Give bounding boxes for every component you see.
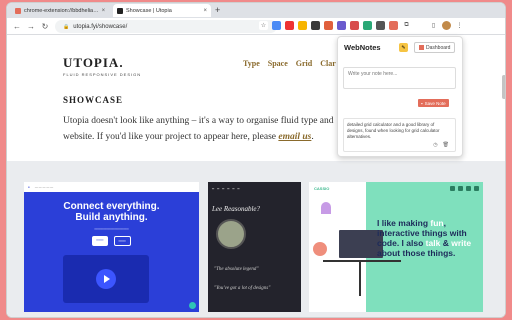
popup-title: WebNotes bbox=[344, 43, 381, 52]
site-nav: Type Space Grid Clar bbox=[243, 59, 336, 68]
reload-icon[interactable]: ↻ bbox=[41, 22, 49, 31]
delete-icon[interactable]: 🗑 bbox=[443, 142, 449, 148]
extension-icon[interactable] bbox=[311, 21, 320, 30]
card3-heading: I like making fun, interactive things wi… bbox=[377, 218, 477, 258]
card1-title-line-2: Build anything. bbox=[75, 212, 148, 223]
forward-icon[interactable]: → bbox=[27, 22, 35, 31]
nav-space[interactable]: Space bbox=[268, 59, 288, 68]
back-icon[interactable]: ← bbox=[13, 22, 21, 31]
showcase-card-2[interactable]: ━ ━ ━ ━ ━ ━ Lee Reasonable? "The absolut… bbox=[208, 182, 301, 312]
card3-text-1: I like making bbox=[377, 218, 429, 228]
extension-icon[interactable] bbox=[285, 21, 294, 30]
nav-type[interactable]: Type bbox=[243, 59, 260, 68]
card2-header: ━ ━ ━ ━ ━ ━ bbox=[212, 187, 241, 191]
new-tab-icon[interactable]: + bbox=[215, 5, 220, 15]
lamp-illustration bbox=[321, 202, 331, 214]
address-bar-row: ← → ↻ 🔒 utopia.fyi/showcase/ ☆ ⧉ ▯ ⋮ bbox=[7, 18, 505, 35]
tab-label: Showcase | Utopia bbox=[126, 7, 172, 14]
card3-text-4: about those things. bbox=[377, 248, 456, 258]
chat-bubble-icon bbox=[189, 302, 196, 309]
plant-illustration bbox=[313, 242, 327, 256]
site-tagline: FLUID RESPONSIVE DESIGN bbox=[63, 72, 142, 77]
card2-quote-2: "You've got a lot of designs" bbox=[214, 286, 271, 291]
card1-nav: ● — — — — — bbox=[24, 182, 199, 192]
history-icon[interactable]: ◷ bbox=[433, 142, 437, 148]
site-logo[interactable]: UTOPIA. bbox=[63, 55, 141, 71]
card1-nav-dots: — — — — — bbox=[34, 185, 54, 189]
card2-quote-1: "The absolute legend" bbox=[214, 267, 259, 272]
intro-line-2: website. If you'd like your project to a… bbox=[63, 132, 277, 142]
lock-icon: 🔒 bbox=[63, 23, 70, 30]
card1-title-line-1: Connect everything. bbox=[63, 201, 160, 212]
card3-highlight-fun: fun bbox=[430, 218, 444, 228]
extension-icon[interactable] bbox=[272, 21, 281, 30]
email-us-link[interactable]: email us bbox=[278, 132, 311, 142]
tab-extension-1[interactable]: chrome-extension://bbdhelia… × bbox=[11, 4, 105, 17]
extension-icon[interactable] bbox=[363, 21, 372, 30]
saved-note-text: detailed grid calculator and a good libr… bbox=[347, 122, 440, 139]
saved-note: detailed grid calculator and a good libr… bbox=[343, 118, 456, 152]
card1-primary-button: ━━━━ bbox=[92, 236, 108, 246]
url-field[interactable]: 🔒 utopia.fyi/showcase/ bbox=[55, 20, 277, 33]
close-tab-icon[interactable]: × bbox=[200, 8, 207, 14]
sidebar-icon[interactable]: ▯ bbox=[429, 21, 438, 30]
desk-leg-illustration bbox=[359, 262, 361, 296]
webnotes-logo-icon: ✎ bbox=[399, 43, 408, 52]
page-title: SHOWCASE bbox=[63, 95, 124, 105]
card2-question: Lee Reasonable? bbox=[212, 205, 261, 213]
card1-buttons: ━━━━ ━━━━ bbox=[24, 236, 199, 246]
bookmark-star-icon[interactable]: ☆ bbox=[259, 21, 268, 30]
tab-label: chrome-extension://bbdhelia… bbox=[24, 7, 99, 14]
save-icon: ▪ bbox=[421, 100, 423, 106]
note-actions: ◷ 🗑 bbox=[433, 142, 449, 148]
desk-illustration bbox=[323, 260, 401, 262]
note-input[interactable]: Write your note here... bbox=[343, 67, 456, 89]
extension-icon[interactable] bbox=[324, 21, 333, 30]
intro-line-1: Utopia doesn't look like anything – it's… bbox=[63, 116, 334, 126]
dashboard-icon bbox=[419, 45, 424, 50]
card3-social-icons bbox=[450, 186, 479, 191]
extension-icon[interactable] bbox=[298, 21, 307, 30]
card1-subtitle-bar: ━━━━━━━━━━━━━━━━━━━ bbox=[94, 227, 129, 231]
card1-secondary-button: ━━━━ bbox=[113, 236, 131, 246]
extension-favicon-icon bbox=[15, 7, 21, 14]
portrait-image bbox=[216, 219, 246, 249]
tab-showcase[interactable]: Showcase | Utopia × bbox=[113, 4, 211, 17]
dashboard-button[interactable]: Dashboard bbox=[414, 42, 456, 53]
avatar[interactable] bbox=[442, 21, 451, 30]
play-icon bbox=[96, 269, 116, 289]
site-header: UTOPIA. FLUID RESPONSIVE DESIGN bbox=[63, 55, 141, 77]
card3-text-3: & bbox=[442, 238, 449, 248]
extension-toolbar: ☆ ⧉ ▯ ⋮ bbox=[259, 21, 464, 30]
save-note-label: Save Note bbox=[424, 100, 446, 106]
menu-icon[interactable]: ⋮ bbox=[455, 21, 464, 30]
utopia-favicon-icon bbox=[117, 7, 123, 14]
card3-highlight-write: write bbox=[451, 238, 472, 248]
card3-logo: CASSIO bbox=[314, 186, 330, 191]
webnotes-extension-icon[interactable] bbox=[389, 21, 398, 30]
extension-icon[interactable] bbox=[337, 21, 346, 30]
nav-clamp[interactable]: Clar bbox=[320, 59, 336, 68]
card1-logo: ● bbox=[28, 185, 30, 189]
webnotes-popup: WebNotes ✎ Dashboard Write your note her… bbox=[337, 36, 463, 157]
tab-separator bbox=[105, 4, 110, 17]
url-text: utopia.fyi/showcase/ bbox=[73, 23, 128, 30]
browser-window: chrome-extension://bbdhelia… × Showcase … bbox=[6, 2, 506, 318]
showcase-card-1[interactable]: ● — — — — — Connect everything. Build an… bbox=[24, 182, 199, 312]
nav-grid[interactable]: Grid bbox=[296, 59, 312, 68]
save-note-button[interactable]: ▪ Save Note bbox=[418, 99, 449, 107]
intro-period: . bbox=[311, 132, 314, 142]
card3-highlight-talk: talk bbox=[425, 238, 441, 248]
extension-icon[interactable] bbox=[350, 21, 359, 30]
tab-strip: chrome-extension://bbdhelia… × Showcase … bbox=[7, 3, 505, 18]
extension-icon[interactable] bbox=[376, 21, 385, 30]
puzzle-icon[interactable]: ⧉ bbox=[402, 21, 411, 30]
showcase-card-3[interactable]: CASSIO I like making fun, interactive th… bbox=[309, 182, 483, 312]
card1-title: Connect everything. Build anything. bbox=[24, 201, 199, 223]
intro-text: Utopia doesn't look like anything – it's… bbox=[63, 113, 353, 145]
scrollbar-thumb[interactable] bbox=[502, 75, 505, 99]
dashboard-label: Dashboard bbox=[426, 44, 451, 51]
card1-video bbox=[63, 255, 149, 303]
